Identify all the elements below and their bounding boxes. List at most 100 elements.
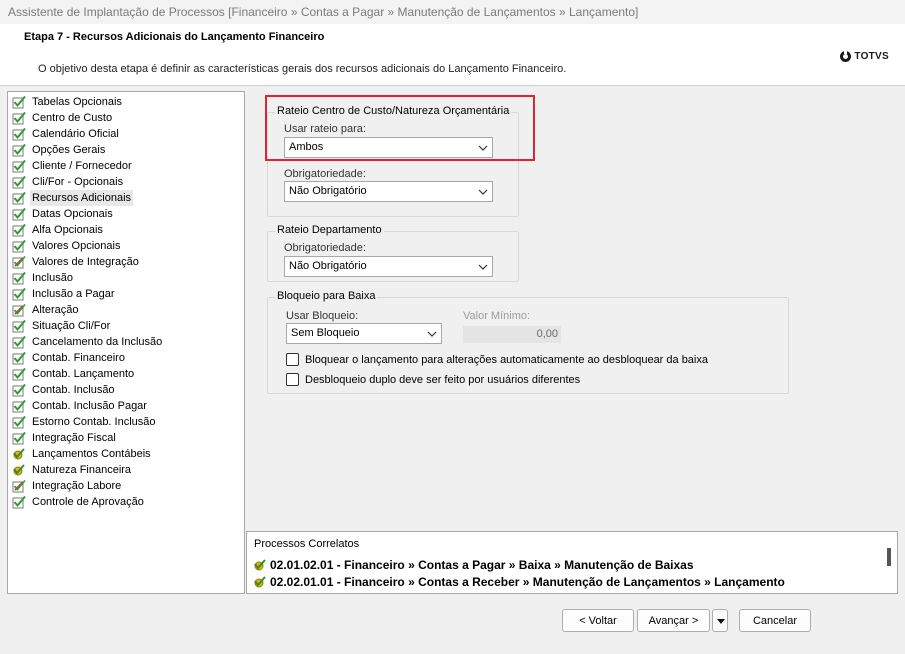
check-icon: [12, 239, 26, 253]
related-process-link[interactable]: 02.02.01.01 - Financeiro » Contas a Rece…: [253, 575, 785, 589]
related-process-link[interactable]: 02.01.02.01 - Financeiro » Contas a Paga…: [253, 558, 694, 572]
scrollbar[interactable]: [887, 548, 891, 566]
nav-item[interactable]: Cli/For - Opcionais: [8, 174, 244, 190]
gear-check-icon: [12, 447, 26, 461]
next-button[interactable]: Avançar >: [637, 609, 710, 632]
totvs-logo-icon: [840, 51, 852, 62]
nav-item-label: Cli/For - Opcionais: [32, 176, 124, 188]
nav-item[interactable]: Calendário Oficial: [8, 126, 244, 142]
bloquear-alteracoes-checkbox[interactable]: [286, 353, 299, 366]
check-icon: [12, 223, 26, 237]
nav-item[interactable]: Opções Gerais: [8, 142, 244, 158]
obrigatoriedade-dep-label: Obrigatoriedade:: [284, 242, 366, 254]
check-icon: [12, 431, 26, 445]
nav-item[interactable]: Integração Fiscal: [8, 430, 244, 446]
edit-icon: [12, 479, 26, 493]
bloqueio-group-label: Bloqueio para Baixa: [275, 290, 378, 302]
check-icon: [12, 127, 26, 141]
next-options-button[interactable]: [712, 609, 728, 632]
desbloqueio-duplo-checkbox[interactable]: [286, 373, 299, 386]
nav-item[interactable]: Inclusão: [8, 270, 244, 286]
nav-item-label: Contab. Financeiro: [32, 352, 125, 364]
bloquear-alteracoes-label: Bloquear o lançamento para alterações au…: [305, 353, 708, 366]
check-icon: [12, 351, 26, 365]
nav-item[interactable]: Lançamentos Contábeis: [8, 446, 244, 462]
nav-item-label: Centro de Custo: [32, 112, 113, 124]
check-icon: [12, 143, 26, 157]
nav-item[interactable]: Recursos Adicionais: [8, 190, 244, 206]
processos-correlatos-panel: Processos Correlatos 02.01.02.01 - Finan…: [246, 531, 898, 594]
valor-minimo-input[interactable]: 0,00: [463, 326, 561, 343]
nav-item[interactable]: Valores Opcionais: [8, 238, 244, 254]
cancel-button[interactable]: Cancelar: [739, 609, 811, 632]
nav-item[interactable]: Integração Labore: [8, 478, 244, 494]
obrigatoriedade-cc-select[interactable]: Não Obrigatório: [284, 181, 493, 202]
usar-bloqueio-select[interactable]: Sem Bloqueio: [286, 323, 442, 344]
nav-item[interactable]: Cliente / Fornecedor: [8, 158, 244, 174]
check-icon: [12, 287, 26, 301]
nav-item[interactable]: Contab. Lançamento: [8, 366, 244, 382]
nav-item-label: Contab. Lançamento: [32, 368, 135, 380]
nav-item[interactable]: Valores de Integração: [8, 254, 244, 270]
gear-check-icon: [12, 463, 26, 477]
nav-item[interactable]: Inclusão a Pagar: [8, 286, 244, 302]
check-icon: [12, 95, 26, 109]
nav-item[interactable]: Situação Cli/For: [8, 318, 244, 334]
gear-check-icon: [254, 559, 266, 571]
highlight-annotation: [265, 95, 535, 161]
nav-item[interactable]: Tabelas Opcionais: [8, 94, 244, 110]
nav-item-label: Valores de Integração: [32, 256, 139, 268]
check-icon: [12, 415, 26, 429]
nav-item-label: Integração Labore: [32, 480, 122, 492]
check-icon: [12, 191, 26, 205]
bloqueio-group: Bloqueio para Baixa Usar Bloqueio: Sem B…: [267, 290, 789, 394]
edit-icon: [12, 303, 26, 317]
processos-correlatos-title: Processos Correlatos: [254, 538, 360, 550]
nav-item[interactable]: Natureza Financeira: [8, 462, 244, 478]
usar-bloqueio-value: Sem Bloqueio: [291, 327, 360, 339]
obrigatoriedade-dep-select[interactable]: Não Obrigatório: [284, 256, 493, 277]
steps-tree: Tabelas Opcionais Centro de Custo Calendár…: [7, 91, 245, 594]
related-process-label: 02.01.02.01 - Financeiro » Contas a Paga…: [270, 558, 694, 572]
nav-item[interactable]: Alfa Opcionais: [8, 222, 244, 238]
check-icon: [12, 495, 26, 509]
check-icon: [12, 335, 26, 349]
nav-item-label: Opções Gerais: [32, 144, 106, 156]
nav-item[interactable]: Contab. Financeiro: [8, 350, 244, 366]
obrigatoriedade-dep-value: Não Obrigatório: [289, 260, 367, 272]
desbloqueio-duplo-option[interactable]: Desbloqueio duplo deve ser feito por usu…: [286, 373, 580, 386]
nav-item[interactable]: Estorno Contab. Inclusão: [8, 414, 244, 430]
chevron-down-icon: [427, 331, 437, 337]
nav-item-label: Valores Opcionais: [32, 240, 121, 252]
nav-item-label: Inclusão a Pagar: [32, 288, 115, 300]
obrigatoriedade-cc-value: Não Obrigatório: [289, 185, 367, 197]
nav-item[interactable]: Centro de Custo: [8, 110, 244, 126]
check-icon: [12, 319, 26, 333]
nav-item-label: Calendário Oficial: [32, 128, 119, 140]
nav-item-label: Alfa Opcionais: [32, 224, 103, 236]
nav-item-label: Inclusão: [32, 272, 73, 284]
step-description: O objetivo desta etapa é definir as cara…: [38, 63, 567, 75]
bloquear-alteracoes-option[interactable]: Bloquear o lançamento para alterações au…: [286, 353, 708, 366]
nav-item[interactable]: Alteração: [8, 302, 244, 318]
nav-item[interactable]: Contab. Inclusão Pagar: [8, 398, 244, 414]
back-button[interactable]: < Voltar: [562, 609, 634, 632]
nav-item[interactable]: Cancelamento da Inclusão: [8, 334, 244, 350]
nav-item-label: Integração Fiscal: [32, 432, 116, 444]
nav-item-label: Contab. Inclusão: [32, 384, 115, 396]
nav-item-label: Alteração: [32, 304, 79, 316]
nav-item-label: Controle de Aprovação: [32, 496, 144, 508]
check-icon: [12, 271, 26, 285]
nav-item[interactable]: Datas Opcionais: [8, 206, 244, 222]
nav-item[interactable]: Contab. Inclusão: [8, 382, 244, 398]
wizard-footer: < Voltar Avançar > Cancelar: [0, 596, 905, 654]
obrigatoriedade-cc-label: Obrigatoriedade:: [284, 168, 366, 180]
check-icon: [12, 383, 26, 397]
nav-item[interactable]: Controle de Aprovação: [8, 494, 244, 510]
rateio-dep-group-label: Rateio Departamento: [275, 224, 384, 236]
chevron-down-icon: [478, 189, 488, 195]
check-icon: [12, 399, 26, 413]
check-icon: [12, 111, 26, 125]
valor-minimo-label: Valor Mínimo:: [463, 310, 531, 322]
edit-icon: [12, 255, 26, 269]
